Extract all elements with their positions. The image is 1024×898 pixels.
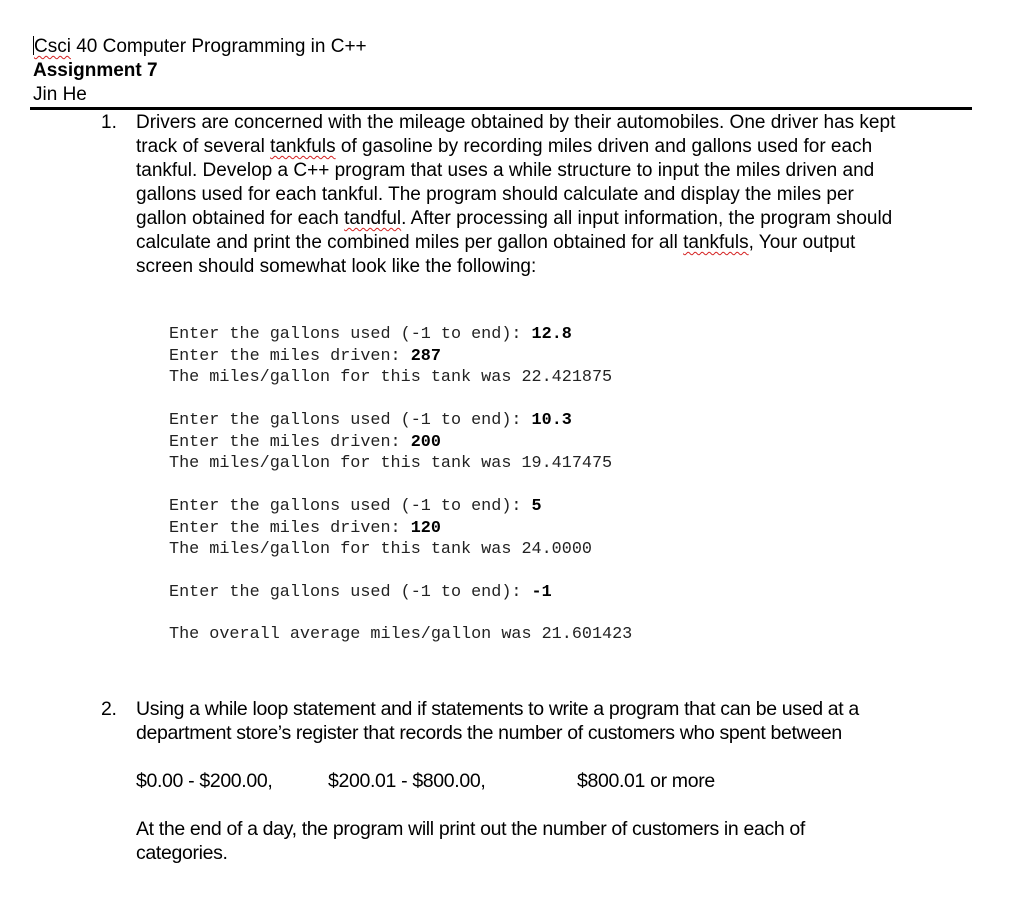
text-line: gallon obtained for each tandful. After …	[136, 208, 893, 229]
user-input: 120	[410, 518, 441, 538]
user-input: -1	[531, 583, 552, 602]
course-title: Csci 40 Computer Programming in C++	[33, 36, 367, 57]
user-input: 12.8	[531, 325, 572, 344]
text-line: tankful. Develop a C++ program that uses…	[136, 160, 875, 181]
text-line: calculate and print the combined miles p…	[136, 232, 856, 253]
console-line: The miles/gallon for this tank was 22.42…	[169, 368, 613, 387]
user-input: 287	[410, 346, 441, 366]
text-line: categories.	[136, 842, 228, 864]
spellcheck-word[interactable]: tandful	[344, 208, 401, 229]
spellcheck-word[interactable]: tankfuls	[683, 232, 748, 253]
question-number: 2.	[101, 698, 117, 720]
question-2-closing: At the end of a day, the program will pr…	[136, 817, 981, 865]
user-input: 5	[531, 497, 542, 516]
spellcheck-word[interactable]: Csci	[34, 36, 71, 57]
console-line: Enter the gallons used (-1 to end): 12.8	[169, 325, 572, 344]
text-line: Using a while loop statement and if stat…	[136, 698, 859, 720]
console-line: Enter the gallons used (-1 to end): -1	[169, 583, 552, 602]
author-name: Jin He	[33, 84, 87, 105]
console-line: Enter the miles driven: 287	[169, 346, 441, 366]
range-label: $0.00 - $200.00,	[136, 770, 273, 792]
user-input: 200	[410, 432, 441, 452]
text-line: Drivers are concerned with the mileage o…	[136, 112, 896, 133]
text-line: gallons used for each tankful. The progr…	[136, 184, 854, 205]
header-divider	[30, 107, 972, 110]
question-1-text: Drivers are concerned with the mileage o…	[136, 111, 981, 279]
question-number: 1.	[101, 112, 117, 133]
console-line: The overall average miles/gallon was 21.…	[169, 625, 633, 644]
range-label: $800.01 or more	[577, 770, 715, 792]
user-input: 10.3	[531, 411, 572, 430]
console-line: Enter the miles driven: 120	[169, 518, 441, 538]
console-line: The miles/gallon for this tank was 24.00…	[169, 540, 592, 559]
console-line: Enter the miles driven: 200	[169, 432, 441, 452]
console-line: Enter the gallons used (-1 to end): 5	[169, 497, 542, 516]
spellcheck-word[interactable]: tankfuls	[270, 136, 335, 157]
console-line: The miles/gallon for this tank was 19.41…	[169, 454, 613, 473]
text-line: screen should somewhat look like the fol…	[136, 256, 537, 277]
question-2-text: Using a while loop statement and if stat…	[136, 697, 981, 745]
assignment-title: Assignment 7	[33, 60, 158, 81]
text-line: track of several tankfuls of gasoline by…	[136, 136, 873, 157]
console-line: Enter the gallons used (-1 to end): 10.3	[169, 411, 572, 430]
text-line: At the end of a day, the program will pr…	[136, 818, 805, 840]
range-label: $200.01 - $800.00,	[328, 770, 486, 792]
text-line: department store’s register that records…	[136, 722, 842, 744]
